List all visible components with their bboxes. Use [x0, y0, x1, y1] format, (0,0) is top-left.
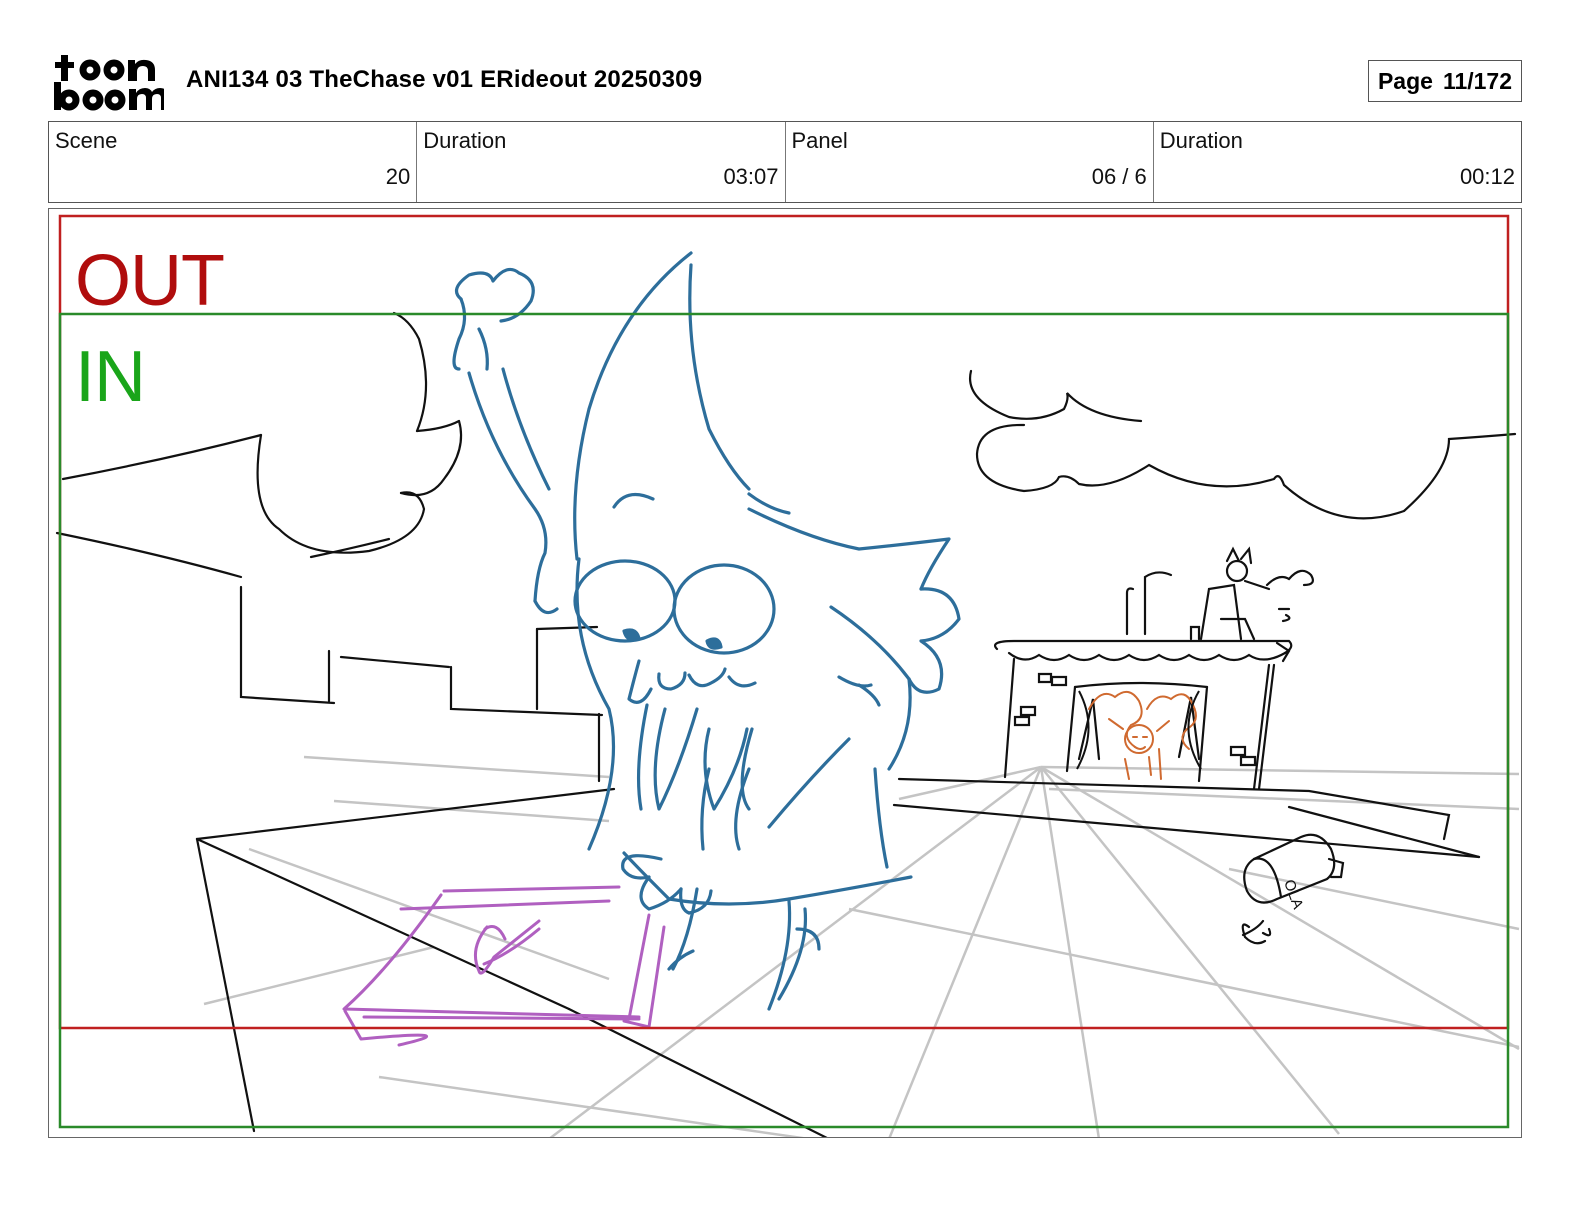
page-label: Page: [1377, 67, 1433, 94]
panel-duration-cell: Duration 00:12: [1154, 122, 1521, 202]
can-label: OLA: [1280, 877, 1306, 911]
panel-label: Panel: [791, 128, 848, 153]
scene-duration-value: 03:07: [723, 164, 779, 189]
panel-duration-value: 00:12: [1459, 164, 1515, 189]
in-frame-guide: [58, 312, 1510, 1129]
in-frame-label: IN: [75, 337, 146, 417]
background-sketch: [55, 311, 1517, 1137]
scene-info-table: Scene 20 Duration 03:07 Panel 06 / 6 Dur…: [48, 121, 1522, 203]
page-number: 11/172: [1442, 67, 1513, 94]
panel-duration-label: Duration: [1159, 128, 1243, 153]
scene-value: 20: [385, 164, 411, 189]
toon-boom-logo: [54, 55, 164, 111]
page-indicator: Page 11/172: [1368, 60, 1522, 102]
panel-value: 06 / 6: [1091, 164, 1147, 189]
out-frame-label: OUT: [75, 241, 225, 321]
scene-duration-label: Duration: [423, 128, 507, 153]
document-title: ANI134 03 TheChase v01 ERideout 20250309: [186, 66, 703, 93]
box-sketch: [342, 885, 666, 1047]
storyboard-panel: OLA OUT IN: [48, 208, 1522, 1138]
scene-label: Scene: [55, 128, 118, 153]
window-figure-sketch: [1088, 690, 1197, 780]
panel-cell: Panel 06 / 6: [786, 122, 1154, 202]
panel-drawing: OLA: [55, 214, 1520, 1137]
character-sketch: [452, 251, 961, 1011]
scene-duration-cell: Duration 03:07: [417, 122, 786, 202]
scene-cell: Scene 20: [49, 122, 418, 202]
